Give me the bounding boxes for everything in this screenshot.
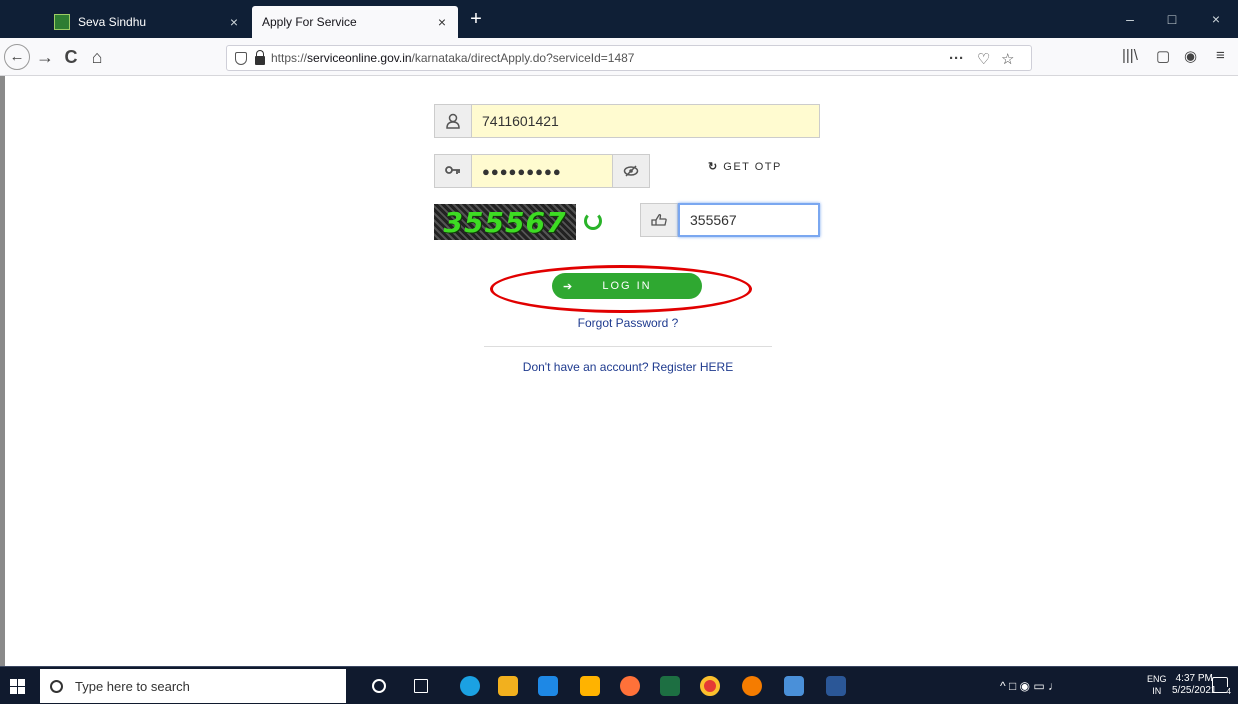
captcha-input-group: 355567 (640, 203, 820, 237)
chrome-icon[interactable] (700, 676, 720, 696)
password-input[interactable]: ●●●●●●●●● (472, 154, 612, 188)
red-highlight-annotation (490, 265, 752, 313)
captcha-input[interactable]: 355567 (678, 203, 820, 237)
firefox-icon[interactable] (620, 676, 640, 696)
edge-icon[interactable] (460, 676, 480, 696)
clock[interactable]: 4:37 PM 5/25/2021 (1172, 673, 1217, 697)
password-group: ●●●●●●●●● (434, 154, 650, 188)
tab-apply-for-service[interactable]: Apply For Service × (252, 6, 458, 38)
close-window-button[interactable]: × (1196, 8, 1236, 30)
language-indicator[interactable]: ENG IN (1147, 673, 1167, 697)
new-tab-button[interactable]: + (462, 6, 490, 34)
file-explorer-icon[interactable] (498, 676, 518, 696)
mobile-number-input[interactable]: 7411601421 (472, 104, 820, 138)
bookmark-star-icon[interactable]: ☆ (1001, 50, 1014, 68)
register-link[interactable]: Don't have an account? Register HERE (0, 360, 1238, 374)
region-code: IN (1152, 686, 1162, 696)
address-bar[interactable]: https://serviceonline.gov.in/karnataka/d… (226, 45, 1032, 71)
search-placeholder: Type here to search (75, 678, 190, 694)
menu-icon[interactable]: ≡ (1216, 47, 1225, 64)
clock-date: 5/25/2021 (1172, 685, 1217, 696)
get-otp-label: GET OTP (723, 161, 782, 173)
divider (484, 346, 772, 347)
url-path: /karnataka/directApply.do?serviceId=1487 (411, 51, 635, 65)
tab-seva-sindhu[interactable]: Seva Sindhu × (44, 6, 250, 38)
get-otp-button[interactable]: ↻ GET OTP (708, 160, 782, 173)
minimize-button[interactable]: – (1110, 8, 1150, 30)
navigation-toolbar: ← → C ⌂ https://serviceonline.gov.in/kar… (0, 38, 1238, 76)
task-view-icon[interactable] (414, 679, 428, 693)
reload-button[interactable]: C (60, 46, 82, 68)
forgot-password-link[interactable]: Forgot Password ? (0, 316, 1238, 330)
app-icon[interactable] (784, 676, 804, 696)
system-tray-icons[interactable]: ^ □ ◉ ▭ ♩ (1000, 679, 1060, 693)
captcha-image: 355567 (434, 204, 576, 240)
captcha-text: 355567 (443, 205, 567, 239)
lock-icon[interactable] (255, 49, 265, 65)
url-text[interactable]: https://serviceonline.gov.in/karnataka/d… (271, 51, 634, 65)
app-icon[interactable] (742, 676, 762, 696)
page-actions-icon[interactable]: ··· (949, 50, 964, 67)
hand-pointer-icon (640, 203, 678, 237)
tab-strip: Seva Sindhu × Apply For Service × + – □ … (0, 0, 1238, 38)
excel-icon[interactable] (660, 676, 680, 696)
mail-icon[interactable] (538, 676, 558, 696)
url-prefix: https:// (271, 51, 308, 65)
search-icon (50, 679, 63, 693)
tab-title: Seva Sindhu (78, 15, 147, 29)
home-button[interactable]: ⌂ (86, 46, 108, 68)
back-button[interactable]: ← (4, 44, 30, 70)
notification-count: 4 (1226, 687, 1231, 696)
cortana-icon[interactable] (372, 679, 386, 693)
reader-view-icon[interactable]: ▢ (1156, 47, 1170, 65)
forward-button[interactable]: → (34, 46, 56, 68)
refresh-captcha-icon[interactable] (584, 212, 602, 230)
seva-sindhu-favicon (54, 14, 70, 30)
close-tab-icon[interactable]: × (230, 14, 238, 30)
library-icon[interactable]: |||\ (1122, 47, 1138, 64)
store-icon[interactable] (580, 676, 600, 696)
refresh-icon: ↻ (708, 161, 719, 173)
tab-title: Apply For Service (262, 15, 357, 29)
eye-slash-icon[interactable] (612, 154, 650, 188)
notification-center-icon[interactable]: 4 (1212, 677, 1231, 696)
windows-taskbar: Type here to search ^ □ ◉ ▭ ♩ ENG IN 4:3… (0, 666, 1238, 704)
url-domain: serviceonline.gov.in (307, 51, 412, 65)
clock-time: 4:37 PM (1175, 673, 1213, 684)
account-icon[interactable]: ◉ (1184, 47, 1197, 65)
mobile-number-group: 7411601421 (434, 104, 820, 138)
tracking-shield-icon[interactable] (235, 51, 247, 65)
maximize-button[interactable]: □ (1152, 8, 1192, 30)
key-icon (434, 154, 472, 188)
taskbar-search-box[interactable]: Type here to search (40, 669, 346, 703)
language-code: ENG (1147, 674, 1167, 684)
word-icon[interactable] (826, 676, 846, 696)
close-tab-icon[interactable]: × (438, 14, 446, 30)
user-icon (434, 104, 472, 138)
windows-start-icon[interactable] (10, 679, 26, 695)
pocket-icon[interactable]: ♡ (977, 50, 990, 68)
